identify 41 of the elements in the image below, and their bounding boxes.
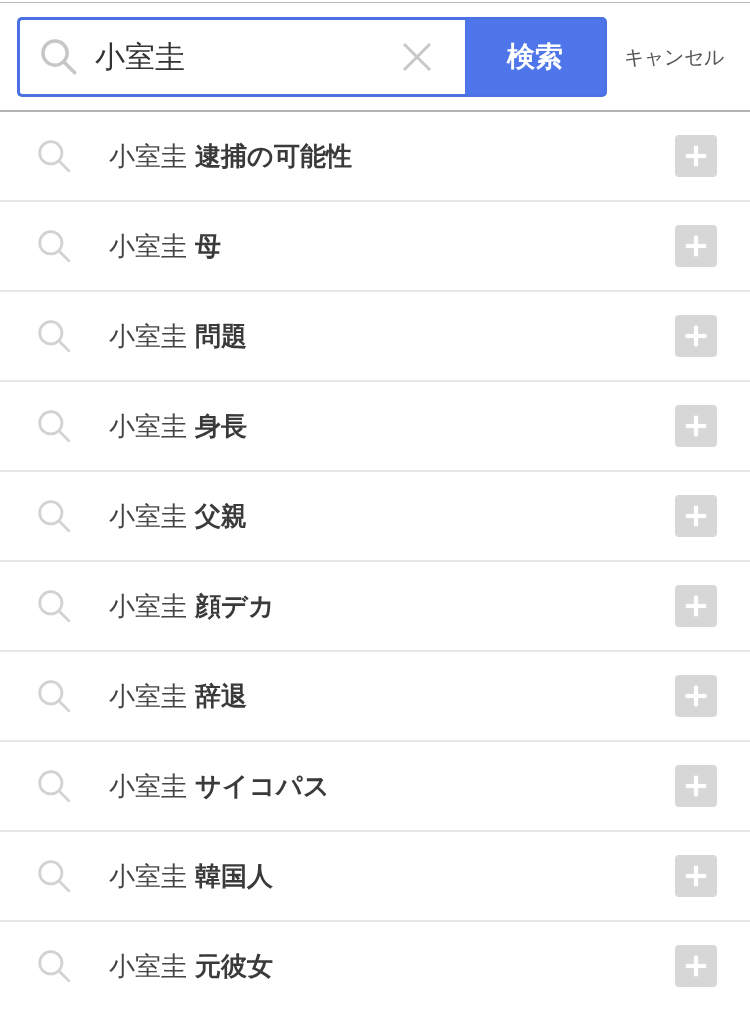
suggestion-text[interactable]: 小室圭 サイコパス <box>109 766 331 806</box>
plus-icon <box>685 505 707 527</box>
search-icon <box>37 769 71 803</box>
add-button[interactable] <box>675 405 717 447</box>
suggestion-text[interactable]: 小室圭 元彼女 <box>109 946 274 986</box>
plus-icon <box>685 865 707 887</box>
plus-icon <box>685 595 707 617</box>
cancel-button[interactable]: キャンセル <box>624 42 724 72</box>
suggestion-text[interactable]: 小室圭 韓国人 <box>109 856 274 896</box>
suggestion-text[interactable]: 小室圭 身長 <box>109 406 248 446</box>
add-button[interactable] <box>675 945 717 987</box>
search-icon <box>37 679 71 713</box>
suggestion-text[interactable]: 小室圭 顔デカ <box>109 586 276 626</box>
search-icon <box>37 409 71 443</box>
plus-icon <box>685 415 707 437</box>
search-icon <box>37 499 71 533</box>
plus-icon <box>685 775 707 797</box>
plus-icon <box>685 325 707 347</box>
add-button[interactable] <box>675 765 717 807</box>
suggestion-text[interactable]: 小室圭 父親 <box>109 496 248 536</box>
search-icon <box>37 139 71 173</box>
suggestion-text[interactable]: 小室圭 逮捕の可能性 <box>109 136 353 176</box>
search-icon <box>37 229 71 263</box>
suggestion-text[interactable]: 小室圭 問題 <box>109 316 248 356</box>
plus-icon <box>685 235 707 257</box>
plus-icon <box>685 955 707 977</box>
add-button[interactable] <box>675 675 717 717</box>
suggestion-text[interactable]: 小室圭 辞退 <box>109 676 248 716</box>
add-button[interactable] <box>675 135 717 177</box>
search-icon <box>37 319 71 353</box>
search-icon <box>37 859 71 893</box>
add-button[interactable] <box>675 315 717 357</box>
add-button[interactable] <box>675 855 717 897</box>
plus-icon <box>685 145 707 167</box>
plus-icon <box>685 685 707 707</box>
search-icon <box>37 949 71 983</box>
add-button[interactable] <box>675 495 717 537</box>
add-button[interactable] <box>675 585 717 627</box>
suggestion-text[interactable]: 小室圭 母 <box>109 226 222 266</box>
search-icon <box>37 589 71 623</box>
add-button[interactable] <box>675 225 717 267</box>
